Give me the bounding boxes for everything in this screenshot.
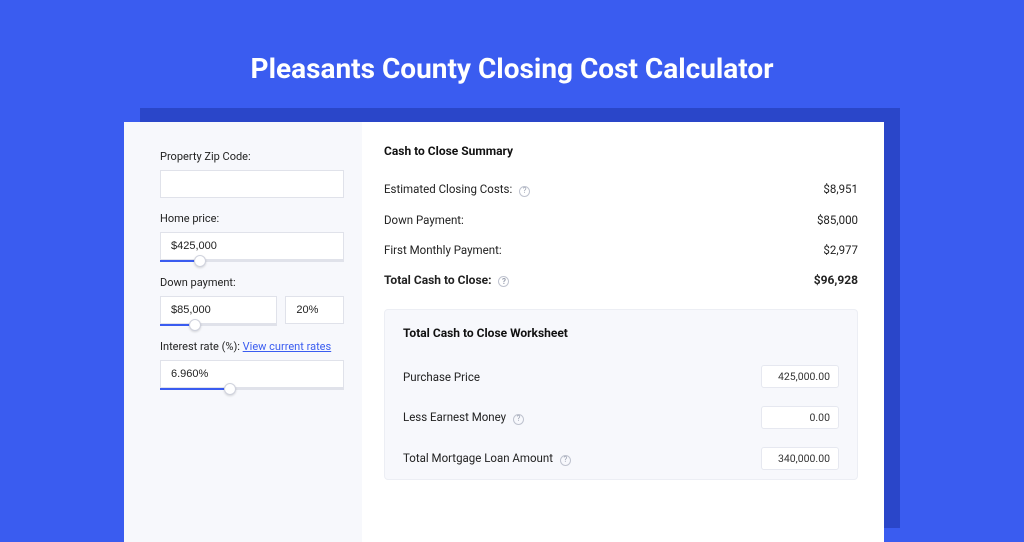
worksheet-row: Less Earnest Money ? 0.00	[403, 397, 839, 438]
worksheet-row-label: Total Mortgage Loan Amount	[403, 451, 553, 465]
summary-total-row: Total Cash to Close: ? $96,928	[384, 265, 858, 296]
summary-row-label: First Monthly Payment:	[384, 243, 502, 257]
summary-row-value: $85,000	[817, 213, 858, 227]
slider-fill	[160, 388, 230, 390]
slider-thumb[interactable]	[224, 383, 236, 395]
page-title: Pleasants County Closing Cost Calculator	[0, 0, 1024, 85]
summary-row: First Monthly Payment: $2,977	[384, 235, 858, 265]
summary-row-label: Estimated Closing Costs:	[384, 182, 512, 196]
down-payment-field: Down payment:	[160, 276, 344, 326]
inputs-column: Property Zip Code: Home price: Down paym…	[124, 122, 362, 542]
summary-row-label: Down Payment:	[384, 213, 464, 227]
summary-heading: Cash to Close Summary	[384, 144, 858, 158]
down-payment-label: Down payment:	[160, 276, 344, 289]
slider-thumb[interactable]	[189, 319, 201, 331]
help-icon[interactable]: ?	[513, 414, 524, 425]
calculator-panel: Property Zip Code: Home price: Down paym…	[124, 122, 884, 542]
results-column: Cash to Close Summary Estimated Closing …	[362, 122, 884, 542]
worksheet-row-label: Purchase Price	[403, 370, 480, 384]
worksheet-card: Total Cash to Close Worksheet Purchase P…	[384, 309, 858, 480]
down-payment-slider[interactable]	[160, 324, 277, 326]
help-icon[interactable]: ?	[560, 455, 571, 466]
zip-input[interactable]	[160, 170, 344, 198]
worksheet-row-label: Less Earnest Money	[403, 410, 506, 424]
summary-total-value: $96,928	[814, 273, 858, 287]
worksheet-heading: Total Cash to Close Worksheet	[403, 326, 839, 340]
summary-row: Estimated Closing Costs: ? $8,951	[384, 174, 858, 205]
summary-total-label: Total Cash to Close:	[384, 273, 491, 287]
home-price-input[interactable]	[160, 232, 344, 260]
interest-rate-field: Interest rate (%): View current rates	[160, 340, 344, 390]
down-payment-amount-input[interactable]	[160, 296, 277, 324]
worksheet-row-value[interactable]: 425,000.00	[761, 365, 839, 388]
home-price-field: Home price:	[160, 212, 344, 262]
interest-rate-label-text: Interest rate (%):	[160, 340, 243, 353]
interest-rate-slider[interactable]	[160, 388, 344, 390]
slider-thumb[interactable]	[194, 255, 206, 267]
help-icon[interactable]: ?	[519, 186, 530, 197]
down-payment-pct-input[interactable]	[285, 296, 344, 324]
summary-row: Down Payment: $85,000	[384, 205, 858, 235]
interest-rate-input[interactable]	[160, 360, 344, 388]
worksheet-row-value[interactable]: 0.00	[761, 406, 839, 429]
view-rates-link[interactable]: View current rates	[243, 340, 332, 353]
home-price-slider[interactable]	[160, 260, 344, 262]
worksheet-row: Purchase Price 425,000.00	[403, 356, 839, 397]
zip-field: Property Zip Code:	[160, 150, 344, 198]
interest-rate-label: Interest rate (%): View current rates	[160, 340, 344, 353]
worksheet-row-value[interactable]: 340,000.00	[761, 447, 839, 470]
help-icon[interactable]: ?	[498, 276, 509, 287]
summary-row-value: $2,977	[823, 243, 858, 257]
worksheet-row: Total Mortgage Loan Amount ? 340,000.00	[403, 438, 839, 479]
summary-row-value: $8,951	[823, 182, 858, 196]
zip-label: Property Zip Code:	[160, 150, 344, 163]
home-price-label: Home price:	[160, 212, 344, 225]
